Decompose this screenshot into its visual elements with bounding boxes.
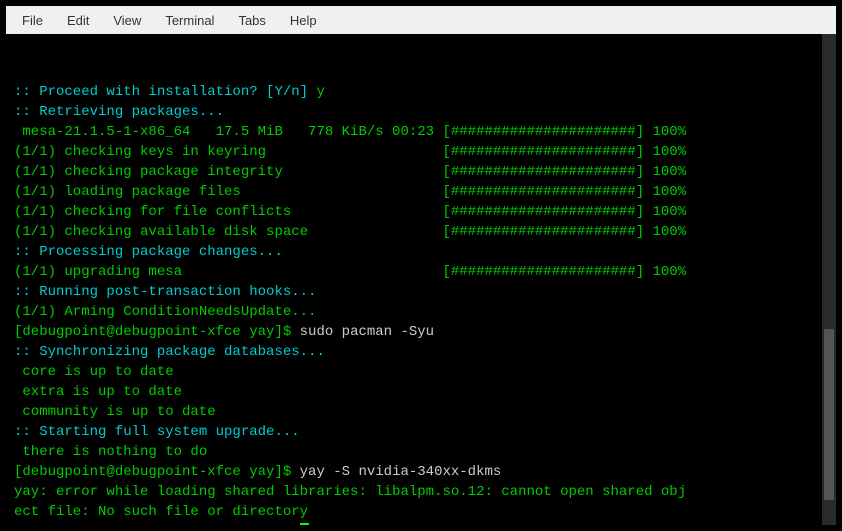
terminal-line: core is up to date xyxy=(14,362,832,382)
terminal-line: :: Processing package changes... xyxy=(14,242,832,262)
scrollbar-thumb[interactable] xyxy=(824,329,834,501)
terminal-text: extra is up to date xyxy=(14,384,182,400)
terminal-line: (1/1) checking available disk space [###… xyxy=(14,222,832,242)
terminal-text: there is nothing to do xyxy=(14,444,207,460)
terminal-text: (1/1) checking package integrity [######… xyxy=(14,164,686,180)
terminal-line: :: Proceed with installation? [Y/n] y xyxy=(14,82,832,102)
terminal-line: :: Running post-transaction hooks... xyxy=(14,282,832,302)
menu-help[interactable]: Help xyxy=(280,9,327,32)
terminal-text: yay: error while loading shared librarie… xyxy=(14,484,686,500)
terminal-text: core is up to date xyxy=(14,364,174,380)
terminal-text: :: Starting full system upgrade... xyxy=(14,424,300,440)
terminal-line: (1/1) checking package integrity [######… xyxy=(14,162,832,182)
terminal-line: (1/1) checking keys in keyring [########… xyxy=(14,142,832,162)
terminal-line: community is up to date xyxy=(14,402,832,422)
terminal-text: mesa-21.1.5-1-x86_64 17.5 MiB 778 KiB/s … xyxy=(14,124,686,140)
terminal-text: :: Processing package changes... xyxy=(14,244,283,260)
terminal-text: [debugpoint@debugpoint-xfce yay]$ xyxy=(14,464,300,480)
terminal-line: [debugpoint@debugpoint-xfce yay]$ xyxy=(14,522,832,525)
terminal-text: community is up to date xyxy=(14,404,216,420)
terminal-text: (1/1) upgrading mesa [##################… xyxy=(14,264,686,280)
terminal-text: y xyxy=(316,84,324,100)
terminal-line: ect file: No such file or directory xyxy=(14,502,832,522)
terminal-text: sudo pacman -Syu xyxy=(300,324,434,340)
terminal-line: (1/1) Arming ConditionNeedsUpdate... xyxy=(14,302,832,322)
terminal-line: :: Synchronizing package databases... xyxy=(14,342,832,362)
terminal-text: :: Running post-transaction hooks... xyxy=(14,284,316,300)
terminal-text: (1/1) checking available disk space [###… xyxy=(14,224,686,240)
menu-edit[interactable]: Edit xyxy=(57,9,99,32)
terminal-text: ect file: No such file or directory xyxy=(14,504,308,520)
terminal-text: (1/1) Arming ConditionNeedsUpdate... xyxy=(14,304,316,320)
terminal-line: extra is up to date xyxy=(14,382,832,402)
terminal-output[interactable]: :: Proceed with installation? [Y/n] y:: … xyxy=(6,34,836,525)
menu-file[interactable]: File xyxy=(12,9,53,32)
terminal-text: (1/1) checking for file conflicts [#####… xyxy=(14,204,686,220)
menu-tabs[interactable]: Tabs xyxy=(228,9,275,32)
terminal-line: [debugpoint@debugpoint-xfce yay]$ sudo p… xyxy=(14,322,832,342)
terminal-line: [debugpoint@debugpoint-xfce yay]$ yay -S… xyxy=(14,462,832,482)
terminal-text: yay -S nvidia-340xx-dkms xyxy=(300,464,502,480)
terminal-line: mesa-21.1.5-1-x86_64 17.5 MiB 778 KiB/s … xyxy=(14,122,832,142)
terminal-text: :: Retrieving packages... xyxy=(14,104,224,120)
terminal-line: :: Retrieving packages... xyxy=(14,102,832,122)
terminal-text: :: Synchronizing package databases... xyxy=(14,344,325,360)
terminal-text: :: Proceed with installation? [Y/n] xyxy=(14,84,316,100)
terminal-text: [debugpoint@debugpoint-xfce yay]$ xyxy=(14,324,300,340)
terminal-line: there is nothing to do xyxy=(14,442,832,462)
menu-terminal[interactable]: Terminal xyxy=(155,9,224,32)
terminal-text: (1/1) checking keys in keyring [########… xyxy=(14,144,686,160)
terminal-line: (1/1) upgrading mesa [##################… xyxy=(14,262,832,282)
terminal-text: (1/1) loading package files [###########… xyxy=(14,184,686,200)
menubar: File Edit View Terminal Tabs Help xyxy=(6,6,836,34)
terminal-line: :: Starting full system upgrade... xyxy=(14,422,832,442)
scrollbar-track[interactable] xyxy=(822,34,836,525)
terminal-text: [debugpoint@debugpoint-xfce yay]$ xyxy=(14,524,300,525)
terminal-line: (1/1) checking for file conflicts [#####… xyxy=(14,202,832,222)
terminal-line: (1/1) loading package files [###########… xyxy=(14,182,832,202)
terminal-window: File Edit View Terminal Tabs Help :: Pro… xyxy=(0,0,842,531)
menu-view[interactable]: View xyxy=(103,9,151,32)
terminal-cursor xyxy=(300,523,309,525)
terminal-line: yay: error while loading shared librarie… xyxy=(14,482,832,502)
